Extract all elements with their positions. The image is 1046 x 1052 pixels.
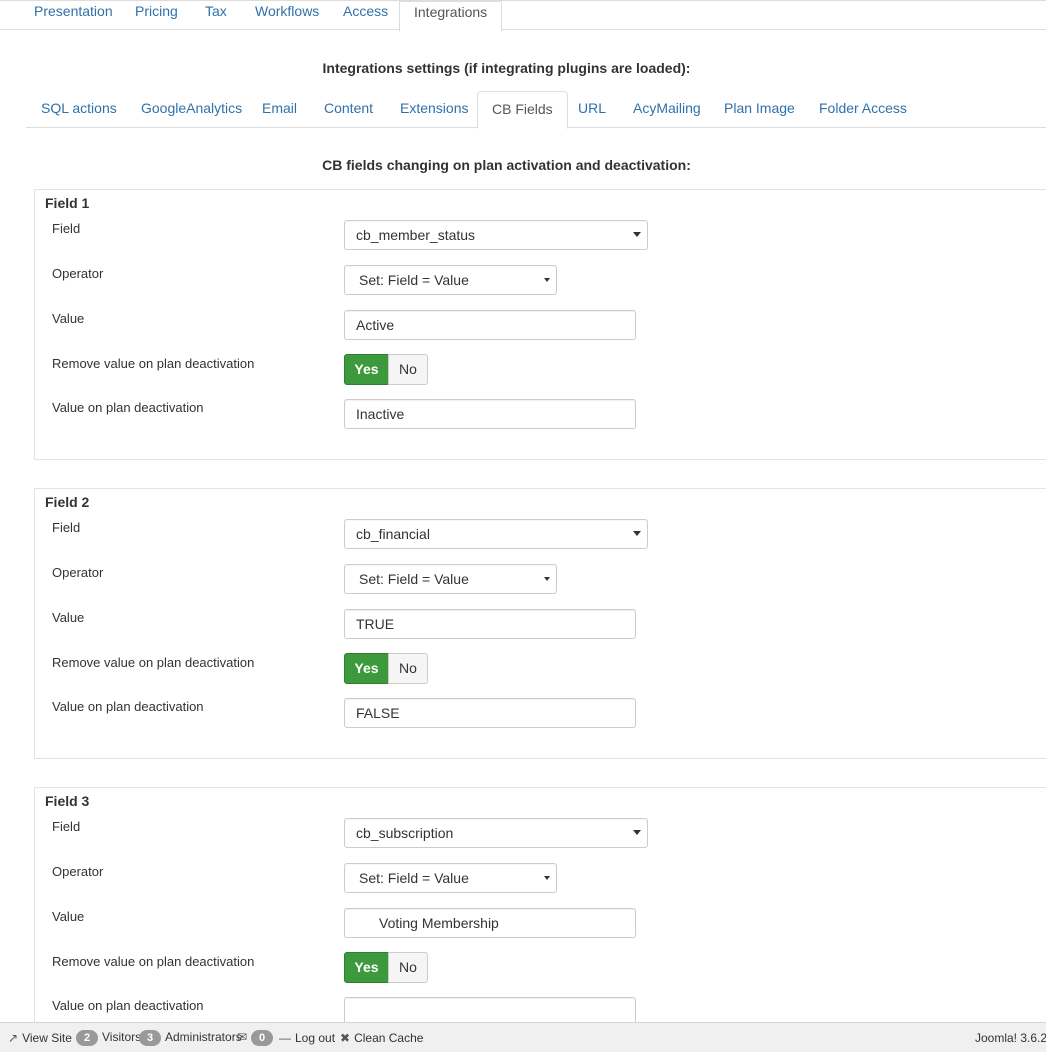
envelope-icon: ✉: [237, 1030, 248, 1044]
cb-fields-heading: CB fields changing on plan activation an…: [322, 157, 691, 173]
tab-cb-fields[interactable]: CB Fields: [477, 91, 568, 129]
operator-select[interactable]: Set: Field = Value: [344, 265, 557, 295]
value-label: Value: [52, 610, 85, 625]
tab-tax[interactable]: Tax: [205, 1, 227, 30]
administrators-indicator[interactable]: 3 Administrators: [139, 1030, 242, 1046]
tab-google-analytics[interactable]: GoogleAnalytics: [141, 91, 242, 127]
remove-label: Remove value on plan deactivation: [52, 356, 255, 371]
operator-select-value: Set: Field = Value: [359, 571, 469, 587]
messages-indicator[interactable]: ✉ 0: [237, 1030, 277, 1046]
field-panel-title: Field 1: [45, 195, 90, 211]
operator-label: Operator: [52, 565, 104, 580]
field-select[interactable]: cb_subscription: [344, 818, 648, 848]
no-button[interactable]: No: [388, 653, 428, 684]
field-select-value: cb_financial: [356, 526, 430, 542]
operator-select-value: Set: Field = Value: [359, 272, 469, 288]
deactivation-value-input[interactable]: Inactive: [344, 399, 636, 429]
tab-workflows[interactable]: Workflows: [255, 1, 319, 30]
field-panel-1: Field 1 Field cb_member_status Operator …: [34, 189, 1046, 460]
top-tab-bar: Presentation Pricing Tax Workflows Acces…: [0, 0, 1046, 32]
value-input[interactable]: TRUE: [344, 609, 636, 639]
yes-button[interactable]: Yes: [344, 952, 389, 983]
yes-button[interactable]: Yes: [344, 653, 389, 684]
caret-down-icon: [633, 531, 641, 536]
tab-content[interactable]: Content: [324, 91, 373, 127]
tab-integrations[interactable]: Integrations: [399, 1, 503, 32]
field-panel-title: Field 3: [45, 793, 90, 809]
no-button[interactable]: No: [388, 952, 428, 983]
admins-count-badge: 3: [139, 1030, 161, 1046]
field-select-value: cb_subscription: [356, 825, 454, 841]
logout-label: Log out: [295, 1031, 336, 1045]
yes-button[interactable]: Yes: [344, 354, 389, 385]
logout-link[interactable]: — Log out: [279, 1031, 335, 1045]
visitors-count-badge: 2: [76, 1030, 98, 1046]
remove-toggle: Yes No: [344, 952, 428, 983]
sub-tab-bar: SQL actions GoogleAnalytics Email Conten…: [26, 91, 1046, 129]
integrations-heading: Integrations settings (if integrating pl…: [322, 60, 691, 76]
tab-email[interactable]: Email: [262, 91, 297, 127]
visitors-label: Visitors: [102, 1030, 142, 1044]
external-link-icon: ↗: [8, 1031, 19, 1045]
remove-label: Remove value on plan deactivation: [52, 954, 255, 969]
operator-select[interactable]: Set: Field = Value: [344, 564, 557, 594]
tab-sql-actions[interactable]: SQL actions: [41, 91, 117, 127]
field-label: Field: [52, 819, 81, 834]
tab-url[interactable]: URL: [578, 91, 606, 127]
tab-pricing[interactable]: Pricing: [135, 1, 178, 30]
status-bar: ↗ View Site 2 Visitors 3 Administrators ✉ 0 …: [0, 1022, 1046, 1052]
tab-access[interactable]: Access: [343, 1, 388, 30]
administrators-label: Administrators: [165, 1030, 242, 1044]
tab-extensions[interactable]: Extensions: [400, 91, 468, 127]
tab-plan-image[interactable]: Plan Image: [724, 91, 795, 127]
remove-label: Remove value on plan deactivation: [52, 655, 255, 670]
joomla-version: Joomla! 3.6.2: [975, 1031, 1046, 1045]
operator-label: Operator: [52, 864, 104, 879]
deactivation-value-input[interactable]: FALSE: [344, 698, 636, 728]
field-panel-2: Field 2 Field cb_financial Operator Set:…: [34, 488, 1046, 759]
operator-label: Operator: [52, 266, 104, 281]
caret-down-icon: [544, 577, 550, 581]
value-input[interactable]: Voting Membership: [344, 908, 636, 938]
value-label: Value: [52, 311, 85, 326]
operator-select-value: Set: Field = Value: [359, 870, 469, 886]
view-site-link[interactable]: ↗ View Site: [8, 1031, 72, 1045]
operator-select[interactable]: Set: Field = Value: [344, 863, 557, 893]
deactivation-label: Value on plan deactivation: [52, 699, 204, 714]
minus-icon: —: [279, 1031, 291, 1045]
field-panel-title: Field 2: [45, 494, 90, 510]
tab-presentation[interactable]: Presentation: [34, 1, 113, 30]
field-select[interactable]: cb_member_status: [344, 220, 648, 250]
field-select-value: cb_member_status: [356, 227, 476, 243]
caret-down-icon: [544, 876, 550, 880]
deactivation-label: Value on plan deactivation: [52, 998, 204, 1013]
clean-cache-link[interactable]: ✖ Clean Cache: [340, 1031, 423, 1045]
value-input[interactable]: Active: [344, 310, 636, 340]
remove-toggle: Yes No: [344, 653, 428, 684]
field-select[interactable]: cb_financial: [344, 519, 648, 549]
remove-toggle: Yes No: [344, 354, 428, 385]
caret-down-icon: [633, 232, 641, 237]
field-label: Field: [52, 221, 81, 236]
view-site-label: View Site: [22, 1031, 72, 1045]
broom-icon: ✖: [340, 1031, 351, 1045]
caret-down-icon: [633, 830, 641, 835]
field-panel-3: Field 3 Field cb_subscription Operator S…: [34, 787, 1046, 1027]
clean-cache-label: Clean Cache: [354, 1031, 424, 1045]
tab-acymailing[interactable]: AcyMailing: [633, 91, 701, 127]
value-label: Value: [52, 909, 85, 924]
field-label: Field: [52, 520, 81, 535]
visitors-indicator[interactable]: 2 Visitors: [76, 1030, 141, 1046]
messages-count-badge: 0: [251, 1030, 274, 1046]
no-button[interactable]: No: [388, 354, 428, 385]
caret-down-icon: [544, 278, 550, 282]
tab-folder-access[interactable]: Folder Access: [819, 91, 907, 127]
deactivation-label: Value on plan deactivation: [52, 400, 204, 415]
